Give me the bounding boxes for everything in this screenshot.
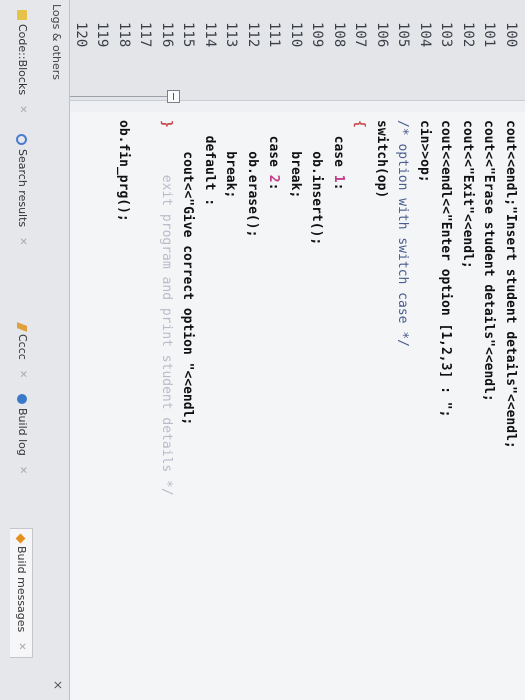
code-line: cout<<"Exit"<<endl; <box>456 120 478 269</box>
line-number: 117 <box>137 22 154 48</box>
tab-label: Cccc <box>16 334 29 360</box>
tab-cccc[interactable]: Cccc ✕ <box>11 318 33 384</box>
codeblocks-editor-window: 100 101 102 103 104 105 106 107 108 109 110 111 112 1… <box>0 0 525 700</box>
code-line: ob.fin_prg(); <box>112 120 134 222</box>
pencil-icon <box>17 322 27 332</box>
code-token: switch(op) <box>374 120 389 199</box>
logs-panel-close-icon[interactable]: × <box>51 680 65 690</box>
diamond-icon <box>16 533 26 544</box>
line-number: 119 <box>94 22 111 48</box>
code-line: cout<<"Erase student details"<<endl; <box>478 120 500 402</box>
code-token: case <box>331 120 346 175</box>
code-token: cout<<"Erase student details"<<endl; <box>481 120 497 402</box>
tab-label: Build messages <box>15 546 28 633</box>
code-token: cout<<endl;"Insert student details"<<end… <box>503 120 518 449</box>
code-token: break; <box>288 120 303 199</box>
tab-close-icon[interactable]: ✕ <box>11 466 33 474</box>
book-icon <box>17 10 27 20</box>
code-editor[interactable]: cout<<endl;"Insert student details"<<end… <box>70 112 525 700</box>
tab-build-log[interactable]: Build log ✕ <box>11 388 33 480</box>
code-token: /* option with switch case */ <box>395 120 411 347</box>
search-icon <box>16 134 28 145</box>
line-number: 115 <box>180 22 197 48</box>
code-token: ob.erase(); <box>245 120 260 238</box>
line-number: 110 <box>288 22 304 48</box>
fold-guide-line <box>67 96 167 97</box>
code-token: } <box>159 120 174 128</box>
tab-search-results[interactable]: Search results ✕ <box>11 128 33 252</box>
code-line: cout<<endl<<"Enter option [1,2,3] : "; <box>435 120 457 417</box>
code-line: cin>>op; <box>413 120 435 183</box>
code-line: } exit program and print student details… <box>155 120 177 496</box>
code-line <box>134 120 156 128</box>
code-token: cout<<"Give correct option "<<endl; <box>180 120 196 426</box>
code-line: switch(op) <box>370 120 392 198</box>
tab-label: Build log <box>16 408 29 456</box>
logs-panel: Logs & others × Code::Blocks ✕ Search re… <box>0 0 70 700</box>
tab-label: Search results <box>16 149 29 228</box>
logs-panel-title: Logs & others <box>50 4 63 80</box>
line-number-gutter: 100 101 102 103 104 105 106 107 108 109 110 111 112 1… <box>70 0 525 101</box>
code-token: { <box>352 120 368 128</box>
tab-build-messages[interactable]: Build messages ✕ <box>10 528 33 658</box>
code-line: cout<<"Give correct option "<<endl; <box>177 120 199 425</box>
code-token: ob.insert(); <box>309 120 325 246</box>
code-line: ob.insert(); <box>306 120 328 245</box>
code-line: break; <box>220 120 242 198</box>
code-token: : <box>266 182 282 191</box>
line-number: 100 <box>503 22 519 48</box>
code-token: cin>>op; <box>417 120 432 183</box>
line-number: 107 <box>352 22 369 48</box>
tab-codeblocks[interactable]: Code::Blocks ✕ <box>11 4 33 119</box>
tab-close-icon[interactable]: ✕ <box>10 642 32 650</box>
code-line: { <box>349 120 371 128</box>
code-token: break; <box>223 120 239 199</box>
line-number: 112 <box>245 22 261 48</box>
line-number: 118 <box>116 22 132 48</box>
code-line: ob.erase(); <box>241 120 263 237</box>
line-number: 113 <box>223 22 240 48</box>
code-token: default : <box>202 120 217 207</box>
line-number: 106 <box>374 22 390 48</box>
line-number: 103 <box>438 22 455 48</box>
tab-close-icon[interactable]: ✕ <box>11 105 33 113</box>
code-line: case 1: <box>327 120 349 191</box>
code-token: 2 <box>266 174 282 183</box>
line-number: 120 <box>73 22 89 48</box>
code-line: break; <box>284 120 306 198</box>
code-line: case 2: <box>263 120 285 191</box>
tab-label: Code::Blocks <box>16 24 29 96</box>
code-line <box>69 120 91 128</box>
code-token: exit program and print student details *… <box>159 127 174 496</box>
code-line: cout<<endl;"Insert student details"<<end… <box>499 120 521 449</box>
line-number: 109 <box>309 22 326 48</box>
code-line <box>91 120 113 128</box>
code-line: /* option with switch case */ <box>392 120 414 347</box>
code-line: default : <box>198 120 220 206</box>
code-token: cout<<"Exit"<<endl; <box>460 120 475 269</box>
line-number: 101 <box>481 22 498 48</box>
fold-collapse-icon[interactable] <box>167 90 180 103</box>
code-token: 1 <box>331 174 346 183</box>
tab-close-icon[interactable]: ✕ <box>11 370 33 378</box>
code-token: cout<<endl<<"Enter option [1,2,3] : "; <box>438 120 454 418</box>
gear-icon <box>17 394 27 404</box>
code-token: case <box>266 120 282 175</box>
line-number: 104 <box>417 22 433 48</box>
line-number: 114 <box>202 22 218 48</box>
line-number: 116 <box>159 22 175 48</box>
line-number: 111 <box>266 22 283 48</box>
code-token: ob.fin_prg(); <box>116 120 131 222</box>
tab-close-icon[interactable]: ✕ <box>11 237 33 245</box>
line-number: 105 <box>395 22 412 48</box>
line-number: 108 <box>331 22 347 48</box>
code-token: : <box>331 182 346 191</box>
line-number: 102 <box>460 22 476 48</box>
